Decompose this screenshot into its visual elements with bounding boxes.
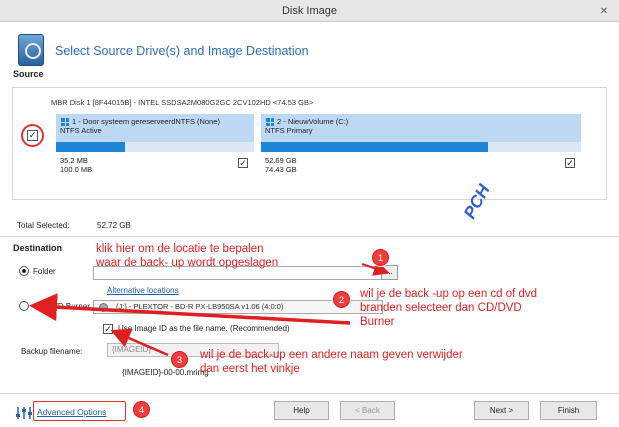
annotation-note-1: klik hier om de locatie te bepalen waar … xyxy=(96,243,279,269)
annotation-note-3: wil je de back-up een andere naam geven … xyxy=(200,349,463,375)
annotation-badge-2: 2 xyxy=(333,291,350,308)
annotation-badge-3: 3 xyxy=(171,351,188,368)
annotation-note-2: wil je de back -up op een cd of dvd bran… xyxy=(360,288,538,328)
annotation-badge-1: 1 xyxy=(372,249,389,266)
arrow-to-cd-dvd xyxy=(29,293,351,325)
annotation-badge-4: 4 xyxy=(133,401,150,418)
arrow-to-image-id xyxy=(110,328,169,357)
